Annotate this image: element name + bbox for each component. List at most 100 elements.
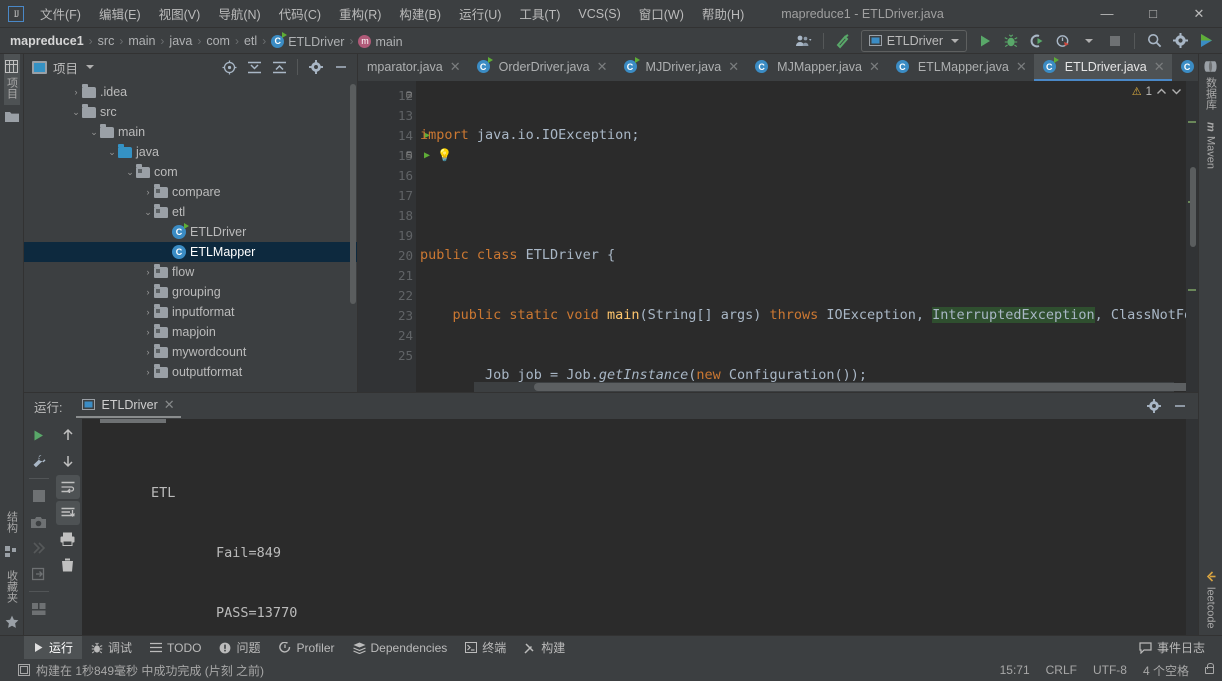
collapse-arrow-icon[interactable]: ⌄ (106, 147, 118, 158)
editor-vscrollbar-thumb[interactable] (1190, 167, 1196, 247)
editor-tab-mjmapper[interactable]: MJMapper.java ✕ (746, 54, 887, 81)
menu-item-tools[interactable]: 工具(T) (510, 0, 569, 27)
bottom-item-build[interactable]: 构建 (515, 636, 574, 659)
tree-node-src[interactable]: ⌄ src (24, 102, 357, 122)
rerun-button[interactable] (27, 423, 51, 447)
chevron-down-icon[interactable] (86, 65, 94, 69)
expand-arrow-icon[interactable]: › (142, 287, 154, 297)
tree-node-etl[interactable]: ⌄ etl (24, 202, 357, 222)
project-settings-gear-icon[interactable] (304, 56, 328, 78)
tree-node-grouping[interactable]: › grouping (24, 282, 357, 302)
run-configuration-selector[interactable]: ETLDriver (861, 30, 967, 52)
tree-node-flow[interactable]: › flow (24, 262, 357, 282)
collapse-arrow-icon[interactable]: ⌄ (142, 207, 154, 218)
menu-item-edit[interactable]: 编辑(E) (90, 0, 150, 27)
inspection-widget[interactable]: ⚠ 1 (1132, 85, 1182, 98)
update-project-icon[interactable] (831, 30, 855, 52)
structure-icon[interactable] (5, 539, 18, 564)
breadcrumb-src[interactable]: src (94, 33, 119, 49)
tree-node-mapjoin[interactable]: › mapjoin (24, 322, 357, 342)
tree-node-mywordcount[interactable]: › mywordcount (24, 342, 357, 362)
close-icon[interactable]: ✕ (869, 59, 880, 75)
run-tab-etldriver[interactable]: ETLDriver ✕ (76, 395, 180, 418)
editor-tab-etldriver[interactable]: ETLDriver.java ✕ (1034, 54, 1172, 81)
debug-button[interactable] (999, 30, 1023, 52)
close-button[interactable]: ✕ (1176, 0, 1222, 28)
menu-item-refactor[interactable]: 重构(R) (330, 0, 390, 27)
editor-tab-mjdriver[interactable]: MJDriver.java ✕ (615, 54, 747, 81)
tree-node-etldriver[interactable]: ETLDriver (24, 222, 357, 242)
close-icon[interactable]: ✕ (1016, 59, 1027, 75)
caret-position[interactable]: 15:71 (1000, 663, 1030, 677)
stripe-item-maven[interactable]: m Maven (1205, 116, 1217, 175)
tree-node-etlmapper[interactable]: ETLMapper (24, 242, 357, 262)
breadcrumb-etl[interactable]: etl (240, 33, 261, 49)
tree-node-inputformat[interactable]: › inputformat (24, 302, 357, 322)
maximize-button[interactable]: □ (1130, 0, 1176, 28)
file-encoding[interactable]: UTF-8 (1093, 663, 1127, 677)
editor-tab-or[interactable]: Or (1172, 54, 1198, 81)
breadcrumb-java[interactable]: java (165, 33, 196, 49)
editor-tab-comparator[interactable]: mparator.java ✕ (358, 54, 468, 81)
edit-run-configuration-button[interactable] (27, 449, 51, 473)
scroll-from-source-icon[interactable] (217, 56, 241, 78)
breadcrumb-class[interactable]: ETLDriver (267, 32, 348, 50)
bottom-item-debug[interactable]: 调试 (82, 636, 141, 659)
collapse-arrow-icon[interactable]: ⌄ (70, 107, 82, 118)
bottom-item-dependencies[interactable]: Dependencies (344, 638, 457, 658)
fold-region-column[interactable]: ⊟ ⊟ (406, 85, 416, 165)
editor-tab-etlmapper[interactable]: ETLMapper.java ✕ (887, 54, 1034, 81)
menu-item-run[interactable]: 运行(U) (450, 0, 510, 27)
expand-arrow-icon[interactable]: › (142, 347, 154, 357)
menu-item-view[interactable]: 视图(V) (150, 0, 210, 27)
layout-settings-button[interactable] (27, 597, 51, 621)
tree-node-compare[interactable]: › compare (24, 182, 357, 202)
event-log-button[interactable]: 事件日志 (1130, 636, 1214, 659)
breadcrumb-project[interactable]: mapreduce1 (6, 33, 88, 49)
stop-button[interactable] (1103, 30, 1127, 52)
scroll-to-end-button[interactable] (56, 501, 80, 525)
print-button[interactable] (56, 527, 80, 551)
bottom-item-run[interactable]: 运行 (24, 636, 82, 659)
lock-icon[interactable] (1205, 667, 1214, 674)
breadcrumb-main[interactable]: main (124, 33, 159, 49)
snapshot-button[interactable] (27, 510, 51, 534)
hide-run-window-icon[interactable] (1168, 395, 1192, 417)
tree-node-idea[interactable]: › .idea (24, 82, 357, 102)
menu-item-navigate[interactable]: 导航(N) (209, 0, 269, 27)
expand-arrow-icon[interactable]: › (70, 87, 82, 97)
run-console-output[interactable]: ETL Fail=849 PASS=13770 File Input Forma… (82, 419, 1186, 635)
user-account-icon[interactable] (792, 30, 816, 52)
up-the-stack-trace-button[interactable] (56, 423, 80, 447)
stop-process-button[interactable] (27, 484, 51, 508)
tree-node-java[interactable]: ⌄ java (24, 142, 357, 162)
bottom-item-todo[interactable]: TODO (141, 638, 210, 658)
tree-node-outputformat[interactable]: › outputformat (24, 362, 357, 382)
menu-item-file[interactable]: 文件(F) (31, 0, 90, 27)
bottom-item-profiler[interactable]: Profiler (270, 638, 344, 658)
close-icon[interactable]: ✕ (1154, 59, 1165, 75)
code-editor[interactable]: ⚠ 1 12 13 14▶ 15▶💡 16 17 18 (358, 81, 1198, 392)
run-settings-gear-icon[interactable] (1142, 395, 1166, 417)
collapse-arrow-icon[interactable]: ⌄ (124, 167, 136, 178)
idea-plugin-icon[interactable] (1194, 30, 1218, 52)
expand-all-icon[interactable] (267, 56, 291, 78)
star-icon[interactable] (5, 609, 19, 635)
menu-item-code[interactable]: 代码(C) (270, 0, 330, 27)
profile-dropdown-icon[interactable] (1077, 30, 1101, 52)
stripe-item-leetcode[interactable]: leetcode (1205, 565, 1217, 635)
restart-failed-tests-button[interactable] (27, 536, 51, 560)
clear-all-button[interactable] (56, 553, 80, 577)
expand-arrow-icon[interactable]: › (142, 187, 154, 197)
expand-arrow-icon[interactable]: › (142, 327, 154, 337)
down-the-stack-trace-button[interactable] (56, 449, 80, 473)
menu-item-build[interactable]: 构建(B) (390, 0, 450, 27)
editor-hscrollbar-track[interactable] (474, 382, 1174, 392)
indent-setting[interactable]: 4 个空格 (1143, 662, 1189, 679)
tree-node-main[interactable]: ⌄ main (24, 122, 357, 142)
menu-item-window[interactable]: 窗口(W) (630, 0, 693, 27)
stripe-item-favorites[interactable]: 收藏夹 (4, 564, 20, 609)
expand-arrow-icon[interactable]: › (142, 307, 154, 317)
bottom-item-problems[interactable]: 问题 (210, 636, 269, 659)
close-icon[interactable]: ✕ (597, 59, 608, 75)
